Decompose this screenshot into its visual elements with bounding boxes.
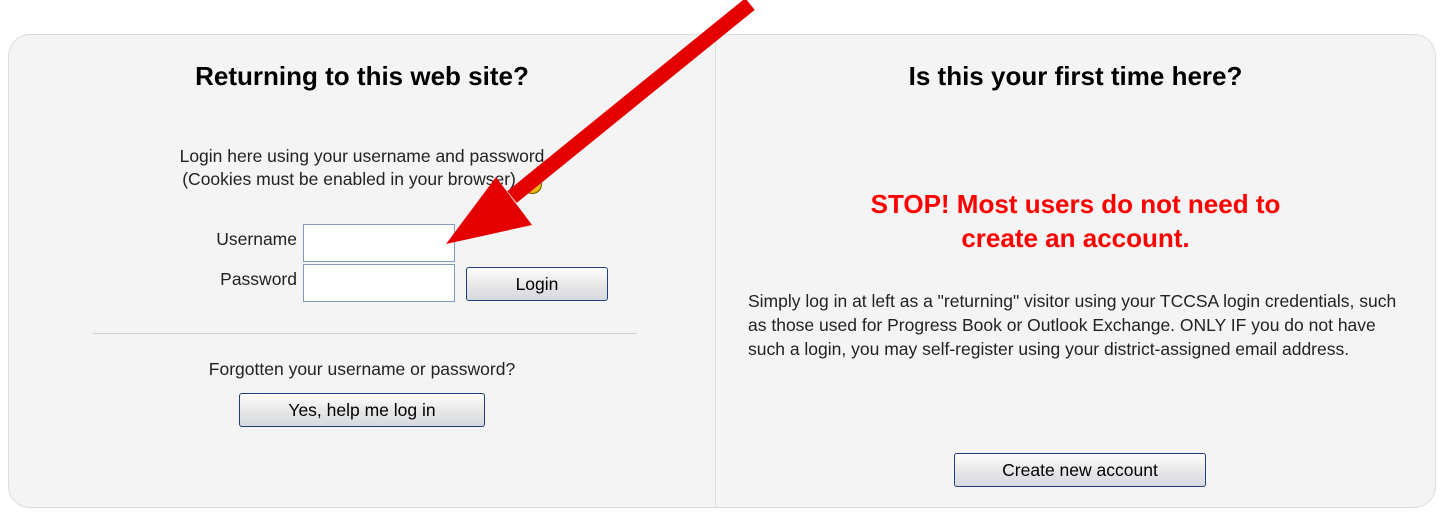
password-input[interactable] — [303, 264, 455, 302]
login-button[interactable]: Login — [466, 267, 608, 301]
username-input[interactable] — [303, 224, 455, 262]
returning-heading: Returning to this web site? — [195, 61, 529, 91]
first-time-column: Is this your first time here? STOP! Most… — [716, 35, 1435, 507]
password-label: Password — [220, 269, 297, 289]
returning-user-column: Returning to this web site? Login here u… — [9, 35, 715, 507]
login-instructions-line2: (Cookies must be enabled in your browser… — [9, 168, 715, 194]
section-divider — [93, 333, 637, 334]
first-time-heading: Is this your first time here? — [908, 61, 1243, 91]
help-icon[interactable]: ? — [522, 175, 542, 194]
stop-warning: STOP! Most users do not need to create a… — [716, 187, 1435, 255]
login-panel: Returning to this web site? Login here u… — [8, 34, 1436, 508]
help-me-log-in-button[interactable]: Yes, help me log in — [239, 393, 485, 427]
cookies-notice: (Cookies must be enabled in your browser… — [182, 169, 516, 189]
forgot-credentials-text: Forgotten your username or password? — [208, 359, 516, 379]
signup-explanation: Simply log in at left as a "returning" v… — [748, 291, 1397, 359]
login-instructions-line1: Login here using your username and passw… — [179, 146, 545, 166]
username-label: Username — [216, 229, 297, 249]
create-new-account-button[interactable]: Create new account — [954, 453, 1206, 487]
login-instructions: Login here using your username and passw… — [9, 145, 715, 194]
stop-warning-line1: STOP! Most users do not need to — [870, 189, 1281, 219]
stop-warning-line2: create an account. — [961, 223, 1190, 253]
